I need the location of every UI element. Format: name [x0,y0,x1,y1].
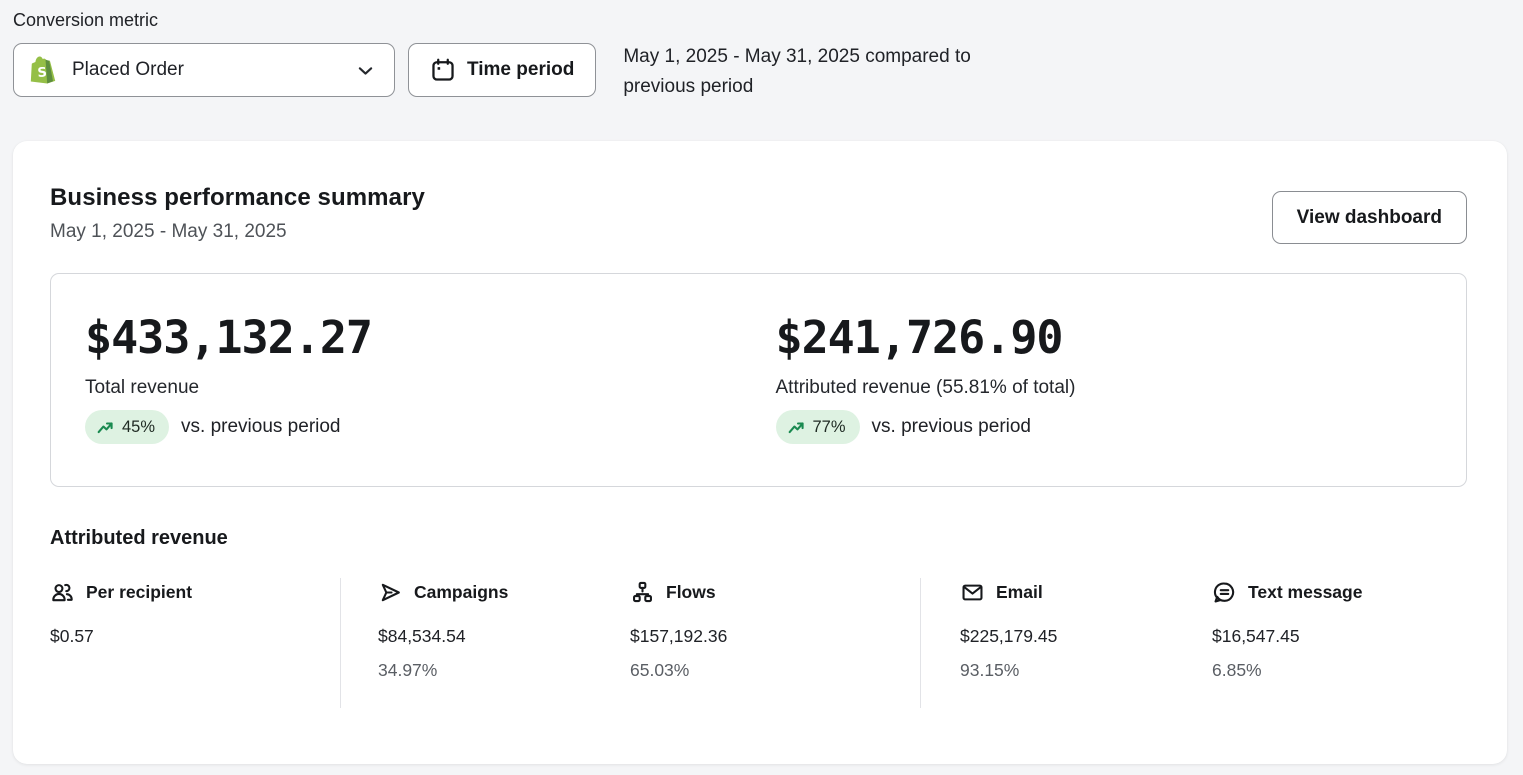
email-label: Email [996,582,1043,603]
conversion-metric-toolbar: Conversion metric S Placed Order [0,0,1523,102]
text-message-column: Text message $16,547.45 6.85% [1212,578,1467,708]
total-revenue-stat: $433,132.27 Total revenue 45% vs. previo… [85,311,776,486]
per-recipient-column: Per recipient $0.57 [50,578,340,708]
card-title: Business performance summary [50,184,425,212]
time-period-label: Time period [467,59,574,81]
chevron-down-icon [355,60,376,81]
trend-up-icon [96,418,115,437]
campaigns-column: Campaigns $84,534.54 34.97% [340,578,630,708]
attributed-revenue-heading: Attributed revenue [50,527,1467,550]
people-icon [50,580,75,605]
chat-icon [1212,580,1237,605]
attributed-revenue-change: 77% [813,418,846,437]
email-icon [960,580,985,605]
text-message-percent: 6.85% [1212,660,1467,681]
trend-up-icon [787,418,806,437]
email-column: Email $225,179.45 93.15% [920,578,1212,708]
view-dashboard-button[interactable]: View dashboard [1272,191,1467,244]
shopify-icon: S [30,55,59,86]
campaigns-value: $84,534.54 [378,626,630,647]
date-range-note: May 1, 2025 - May 31, 2025 compared to p… [623,42,1023,102]
conversion-metric-value: Placed Order [72,59,355,81]
revenue-stats-box: $433,132.27 Total revenue 45% vs. previo… [50,273,1467,487]
email-percent: 93.15% [960,660,1212,681]
attributed-revenue-value: $241,726.90 [776,311,1467,364]
card-date-range: May 1, 2025 - May 31, 2025 [50,221,425,243]
total-revenue-value: $433,132.27 [85,311,776,364]
flows-value: $157,192.36 [630,626,920,647]
attributed-revenue-change-note: vs. previous period [872,416,1031,438]
campaigns-label: Campaigns [414,582,508,603]
flows-label: Flows [666,582,716,603]
calendar-icon [430,57,456,83]
total-revenue-change-note: vs. previous period [181,416,340,438]
total-revenue-change: 45% [122,418,155,437]
attributed-revenue-stat: $241,726.90 Attributed revenue (55.81% o… [776,311,1467,486]
per-recipient-value: $0.57 [50,626,340,647]
per-recipient-label: Per recipient [86,582,192,603]
conversion-metric-label: Conversion metric [13,10,1523,31]
time-period-button[interactable]: Time period [408,43,596,97]
campaigns-percent: 34.97% [378,660,630,681]
business-performance-card: Business performance summary May 1, 2025… [13,141,1507,764]
total-revenue-label: Total revenue [85,377,776,399]
flows-column: Flows $157,192.36 65.03% [630,578,920,708]
text-message-label: Text message [1248,582,1362,603]
attributed-revenue-label: Attributed revenue (55.81% of total) [776,377,1467,399]
send-icon [378,580,403,605]
attributed-revenue-breakdown: Per recipient $0.57 Campaigns $84,534.54… [50,578,1467,708]
svg-text:S: S [37,65,47,81]
flows-percent: 65.03% [630,660,920,681]
attributed-revenue-change-badge: 77% [776,410,860,444]
flow-icon [630,580,655,605]
total-revenue-change-badge: 45% [85,410,169,444]
conversion-metric-select[interactable]: S Placed Order [13,43,395,97]
email-value: $225,179.45 [960,626,1212,647]
text-message-value: $16,547.45 [1212,626,1467,647]
